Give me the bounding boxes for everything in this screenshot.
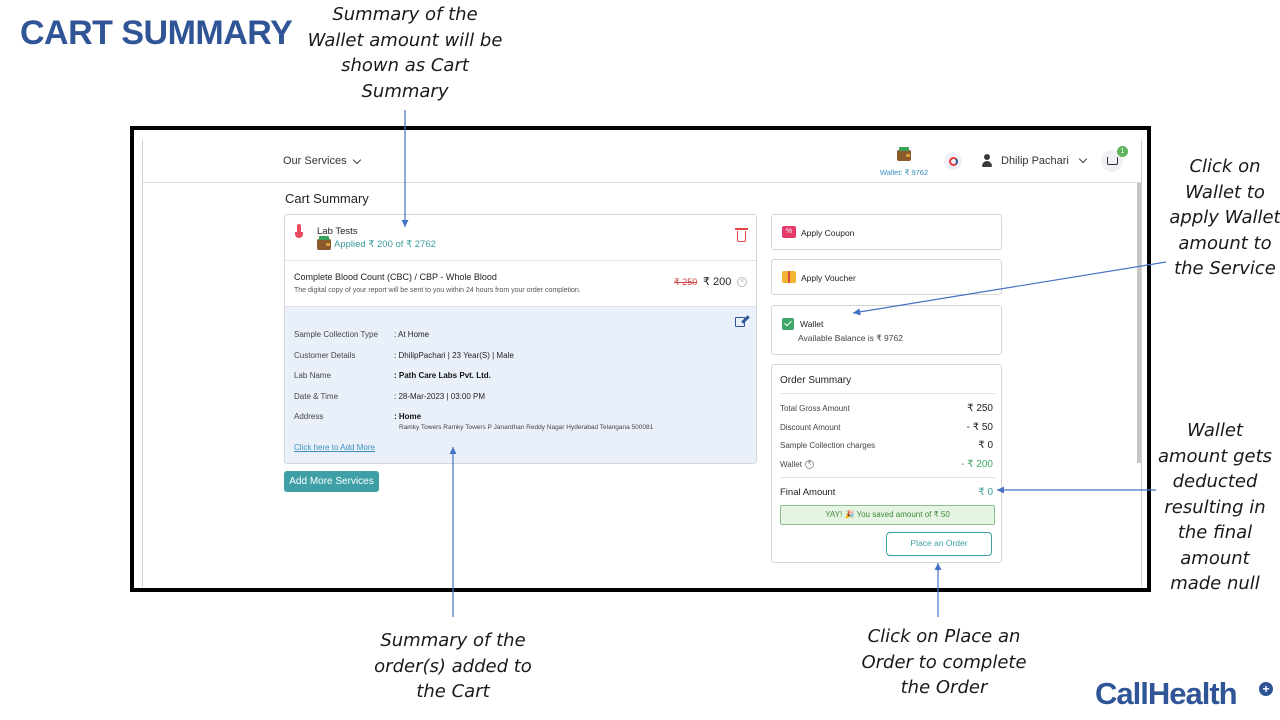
divider: [780, 477, 995, 478]
add-more-link[interactable]: Click here to Add More: [294, 443, 375, 452]
callhealth-logo: CallHealth: [1095, 676, 1238, 711]
wallet-title: Wallet: [800, 319, 824, 329]
detail-value: : Home: [394, 412, 421, 421]
final-amount-value: ₹ 0: [978, 487, 993, 498]
apply-voucher-label: Apply Voucher: [801, 273, 856, 283]
brand-plus-icon: +: [1259, 682, 1273, 696]
nav-wallet-balance: Wallet: ₹ 9762: [879, 168, 929, 177]
app-screen: Our Services Wallet: ₹ 9762 Dhilip Pacha…: [142, 140, 1142, 587]
wallet-applied-text: Applied ₹ 200 of ₹ 2762: [317, 236, 436, 250]
delete-icon[interactable]: [735, 228, 748, 242]
summary-row-value: ₹ 250: [967, 403, 993, 414]
order-details-panel: Sample Collection Type : At Home Custome…: [285, 307, 756, 463]
info-icon[interactable]: ₹: [804, 460, 814, 470]
apply-voucher-card[interactable]: Apply Voucher: [771, 259, 1002, 295]
wallet-card[interactable]: Wallet Available Balance is ₹ 9762: [771, 305, 1002, 355]
nav-wallet-button[interactable]: Wallet: ₹ 9762: [876, 147, 932, 177]
brand-logo-icon[interactable]: [944, 152, 962, 170]
chevron-down-icon: [1078, 154, 1088, 164]
gift-icon: [782, 271, 796, 283]
callout-order-summary: Summary of the order(s) added to the Car…: [374, 630, 532, 702]
wallet-icon: [317, 236, 331, 250]
screenshot-frame-inner: Our Services Wallet: ₹ 9762 Dhilip Pacha…: [133, 129, 1148, 589]
slide-title: CART SUMMARY: [20, 14, 293, 52]
detail-value: : DhilipPachari | 23 Year(S) | Male: [394, 351, 514, 360]
brand-logo-mark: [948, 156, 958, 166]
test-item-row: Complete Blood Count (CBC) / CBP - Whole…: [285, 261, 756, 307]
our-services-label: Our Services: [283, 155, 347, 167]
summary-row-value: - ₹ 50: [966, 422, 993, 433]
wallet-available-balance: Available Balance is ₹ 9762: [798, 333, 903, 343]
page-title: Cart Summary: [285, 191, 369, 206]
user-name: Dhilip Pachari: [1001, 154, 1069, 167]
place-order-button[interactable]: Place an Order: [886, 532, 992, 556]
detail-label: Lab Name: [294, 371, 331, 380]
callout-click-wallet: Click on Wallet to apply Wallet amount t…: [1169, 156, 1280, 279]
summary-row-label: Discount Amount: [780, 423, 841, 432]
edit-icon[interactable]: [735, 317, 745, 327]
test-report-note: The digital copy of your report will be …: [294, 287, 581, 294]
detail-label: Address: [294, 412, 324, 421]
user-menu[interactable]: Dhilip Pachari: [981, 154, 1088, 167]
screenshot-frame: Our Services Wallet: ₹ 9762 Dhilip Pacha…: [130, 126, 1151, 592]
test-original-price: ₹ 250: [674, 277, 698, 287]
final-amount-label: Final Amount: [780, 487, 836, 498]
vertical-scrollbar[interactable]: [1137, 183, 1141, 463]
summary-row-value: - ₹ 200: [961, 459, 993, 470]
wallet-applied-label: Applied ₹ 200 of ₹ 2762: [334, 239, 436, 250]
test-tube-icon: [295, 224, 303, 238]
top-navigation: Our Services Wallet: ₹ 9762 Dhilip Pacha…: [143, 140, 1141, 183]
user-icon: [981, 154, 993, 167]
summary-row-label: Sample Collection charges: [780, 441, 876, 450]
lab-name-value: : Path Care Labs Pvt. Ltd.: [394, 371, 491, 380]
callout-wallet-summary: Summary of the Wallet amount will be sho…: [307, 4, 503, 102]
detail-value: : 28-Mar-2023 | 03:00 PM: [394, 392, 486, 401]
coupon-icon: %: [782, 226, 796, 238]
address-line: Ramky Towers Ramky Towers P Janardhan Re…: [399, 424, 654, 431]
order-summary-card: Order Summary Total Gross Amount ₹ 250 D…: [771, 364, 1002, 563]
order-summary-title: Order Summary: [780, 375, 852, 386]
address-type-value: : Home: [394, 412, 422, 421]
detail-label: Customer Details: [294, 351, 356, 360]
apply-coupon-card[interactable]: % Apply Coupon: [771, 214, 1002, 250]
cart-count-badge: 1: [1117, 146, 1128, 157]
cart-icon: [1106, 157, 1118, 165]
chevron-down-icon: [352, 155, 361, 164]
summary-row-label-wallet: Wallet ₹: [780, 460, 814, 470]
summary-row-value: ₹ 0: [978, 440, 993, 451]
detail-value: : At Home: [394, 330, 430, 339]
callout-wallet-deducted: Wallet amount gets deducted resulting in…: [1157, 420, 1273, 594]
wallet-icon: [897, 147, 911, 161]
divider: [780, 393, 995, 394]
summary-row-label: Total Gross Amount: [780, 404, 850, 413]
our-services-menu[interactable]: Our Services: [283, 155, 361, 167]
remove-test-icon[interactable]: ×: [737, 277, 747, 287]
detail-label: Sample Collection Type: [294, 330, 378, 339]
test-discounted-price: ₹ 200: [703, 276, 732, 288]
detail-value: : Path Care Labs Pvt. Ltd.: [394, 371, 491, 380]
summary-wallet-label: Wallet: [780, 460, 802, 469]
cart-button[interactable]: 1: [1101, 146, 1128, 172]
lab-tests-header: Lab Tests Applied ₹ 200 of ₹ 2762: [285, 215, 756, 261]
detail-label: Date & Time: [294, 392, 339, 401]
savings-banner: YAY! 🎉 You saved amount of ₹ 50: [780, 505, 995, 525]
add-more-services-button[interactable]: Add More Services: [284, 471, 379, 492]
test-name: Complete Blood Count (CBC) / CBP - Whole…: [294, 272, 497, 282]
callout-place-order: Click on Place an Order to complete the …: [861, 626, 1027, 698]
apply-coupon-label: Apply Coupon: [801, 228, 855, 238]
wallet-checkbox[interactable]: [782, 318, 794, 330]
lab-tests-card: Lab Tests Applied ₹ 200 of ₹ 2762 Comple…: [284, 214, 757, 464]
